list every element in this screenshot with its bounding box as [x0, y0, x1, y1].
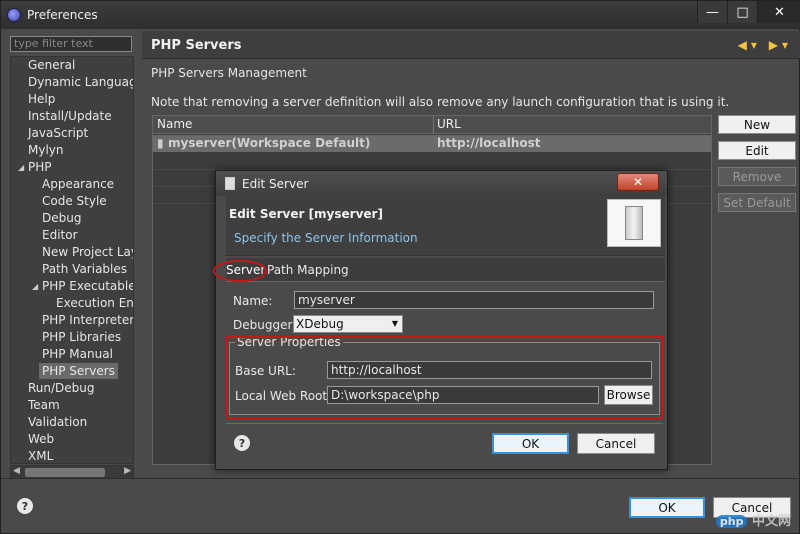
window-title: Preferences: [27, 8, 98, 22]
highlight-circle: [213, 260, 267, 282]
debugger-label: Debugger:: [233, 318, 297, 332]
tree-item-run-debug[interactable]: Run/Debug: [28, 380, 95, 396]
server-name-cell: myserver(Workspace Default): [168, 136, 371, 150]
scroll-left-icon[interactable]: ◀: [13, 466, 20, 476]
debugger-select[interactable]: XDebug ▼: [293, 315, 403, 333]
watermark-text: 中文网: [751, 514, 791, 529]
server-row-icon: ▮: [157, 136, 164, 150]
dialog-subheading: Specify the Server Information: [234, 231, 418, 245]
edit-server-button[interactable]: Edit: [718, 141, 796, 160]
tree-item-execution-environments[interactable]: Execution Envi: [56, 295, 133, 311]
scroll-thumb[interactable]: [25, 468, 105, 477]
debugger-value: XDebug: [296, 317, 344, 331]
highlight-box: [226, 336, 663, 419]
dialog-banner: Edit Server [myserver] Specify the Serve…: [226, 196, 665, 256]
tab-path-mapping[interactable]: Path Mapping: [267, 263, 349, 277]
filter-input[interactable]: type filter text: [10, 36, 132, 52]
tree-item-install-update[interactable]: Install/Update: [28, 108, 112, 124]
column-header-url[interactable]: URL: [437, 117, 461, 131]
collapse-icon[interactable]: ◢: [32, 282, 38, 291]
section-title: PHP Servers Management: [151, 66, 307, 80]
tree-item-validation[interactable]: Validation: [28, 414, 87, 430]
tree-item-editor[interactable]: Editor: [42, 227, 78, 243]
tree-item-javascript[interactable]: JavaScript: [28, 125, 88, 141]
tree-item-team[interactable]: Team: [28, 397, 60, 413]
column-divider[interactable]: [433, 116, 434, 134]
forward-arrow-icon[interactable]: ▶▾: [769, 38, 792, 52]
dialog-heading: Edit Server [myserver]: [229, 207, 383, 221]
page-header: PHP Servers ◀▾ ▶▾: [142, 31, 800, 59]
tree-item-new-project-layout[interactable]: New Project Layo: [42, 244, 133, 260]
close-button[interactable]: ✕: [757, 1, 800, 23]
dialog-close-button[interactable]: ✕: [617, 173, 659, 191]
tree-item-mylyn[interactable]: Mylyn: [28, 142, 64, 158]
name-label: Name:: [233, 294, 273, 308]
back-arrow-icon[interactable]: ◀▾: [738, 38, 761, 52]
tree-item-debug[interactable]: Debug: [42, 210, 81, 226]
column-header-name[interactable]: Name: [157, 117, 192, 131]
tree-item-dynamic-languages[interactable]: Dynamic Languages: [28, 74, 133, 90]
maximize-button[interactable]: □: [727, 1, 757, 23]
collapse-icon[interactable]: ◢: [18, 163, 24, 172]
tree-item-php-libraries[interactable]: PHP Libraries: [42, 329, 121, 345]
ok-button[interactable]: OK: [629, 497, 705, 518]
server-tower-icon: [625, 206, 643, 240]
name-input[interactable]: myserver: [294, 291, 654, 309]
minimize-button[interactable]: —: [697, 1, 727, 23]
dialog-help-icon[interactable]: ?: [234, 435, 250, 451]
navigation-arrows[interactable]: ◀▾ ▶▾: [738, 38, 792, 52]
dialog-divider: [226, 423, 663, 424]
tree-item-php-executables[interactable]: PHP Executables: [42, 278, 133, 294]
tree-item-general[interactable]: General: [28, 57, 75, 73]
tree-item-xml[interactable]: XML: [28, 448, 53, 463]
edit-server-dialog: Edit Server ✕ Edit Server [myserver] Spe…: [213, 170, 668, 470]
dialog-icon: [225, 177, 235, 190]
tree-item-php-interpreter[interactable]: PHP Interpreter: [42, 312, 133, 328]
title-bar[interactable]: Preferences — □ ✕: [1, 1, 800, 29]
dialog-ok-button[interactable]: OK: [492, 433, 569, 454]
dialog-cancel-button[interactable]: Cancel: [577, 433, 655, 454]
removal-note: Note that removing a server definition w…: [151, 95, 730, 109]
tree-item-php[interactable]: PHP: [28, 159, 52, 175]
server-url-cell: http://localhost: [437, 136, 541, 150]
help-icon[interactable]: ?: [17, 498, 33, 514]
tree-item-path-variables[interactable]: Path Variables: [42, 261, 127, 277]
tree-horizontal-scrollbar[interactable]: ◀ ▶: [10, 465, 134, 479]
preferences-window: Preferences — □ ✕ type filter text Gener…: [0, 0, 800, 534]
dialog-title-bar[interactable]: Edit Server ✕: [216, 171, 667, 196]
chevron-down-icon: ▼: [391, 319, 398, 328]
footer-divider: [1, 478, 800, 479]
tree-item-php-manual[interactable]: PHP Manual: [42, 346, 113, 362]
watermark: php 中文网: [715, 510, 791, 529]
dialog-title: Edit Server: [242, 177, 309, 191]
tree-item-help[interactable]: Help: [28, 91, 55, 107]
remove-server-button[interactable]: Remove: [718, 167, 796, 186]
page-title: PHP Servers: [151, 38, 242, 53]
tree-item-code-style[interactable]: Code Style: [42, 193, 107, 209]
tree-item-appearance[interactable]: Appearance: [42, 176, 114, 192]
eclipse-icon: [7, 8, 21, 22]
tree-item-php-servers[interactable]: PHP Servers: [39, 363, 118, 379]
scroll-right-icon[interactable]: ▶: [124, 466, 131, 476]
table-row[interactable]: ▮ myserver(Workspace Default) http://loc…: [153, 135, 711, 152]
set-default-button[interactable]: Set Default: [718, 193, 796, 212]
dialog-tabs: Server Path Mapping: [226, 258, 665, 282]
table-header: Name URL: [153, 116, 711, 134]
new-server-button[interactable]: New: [718, 115, 796, 134]
server-icon: [607, 199, 661, 247]
window-controls: — □ ✕: [697, 1, 800, 23]
preferences-tree[interactable]: General Dynamic Languages Help Install/U…: [10, 56, 134, 464]
watermark-badge: php: [715, 515, 748, 528]
tree-item-web[interactable]: Web: [28, 431, 54, 447]
